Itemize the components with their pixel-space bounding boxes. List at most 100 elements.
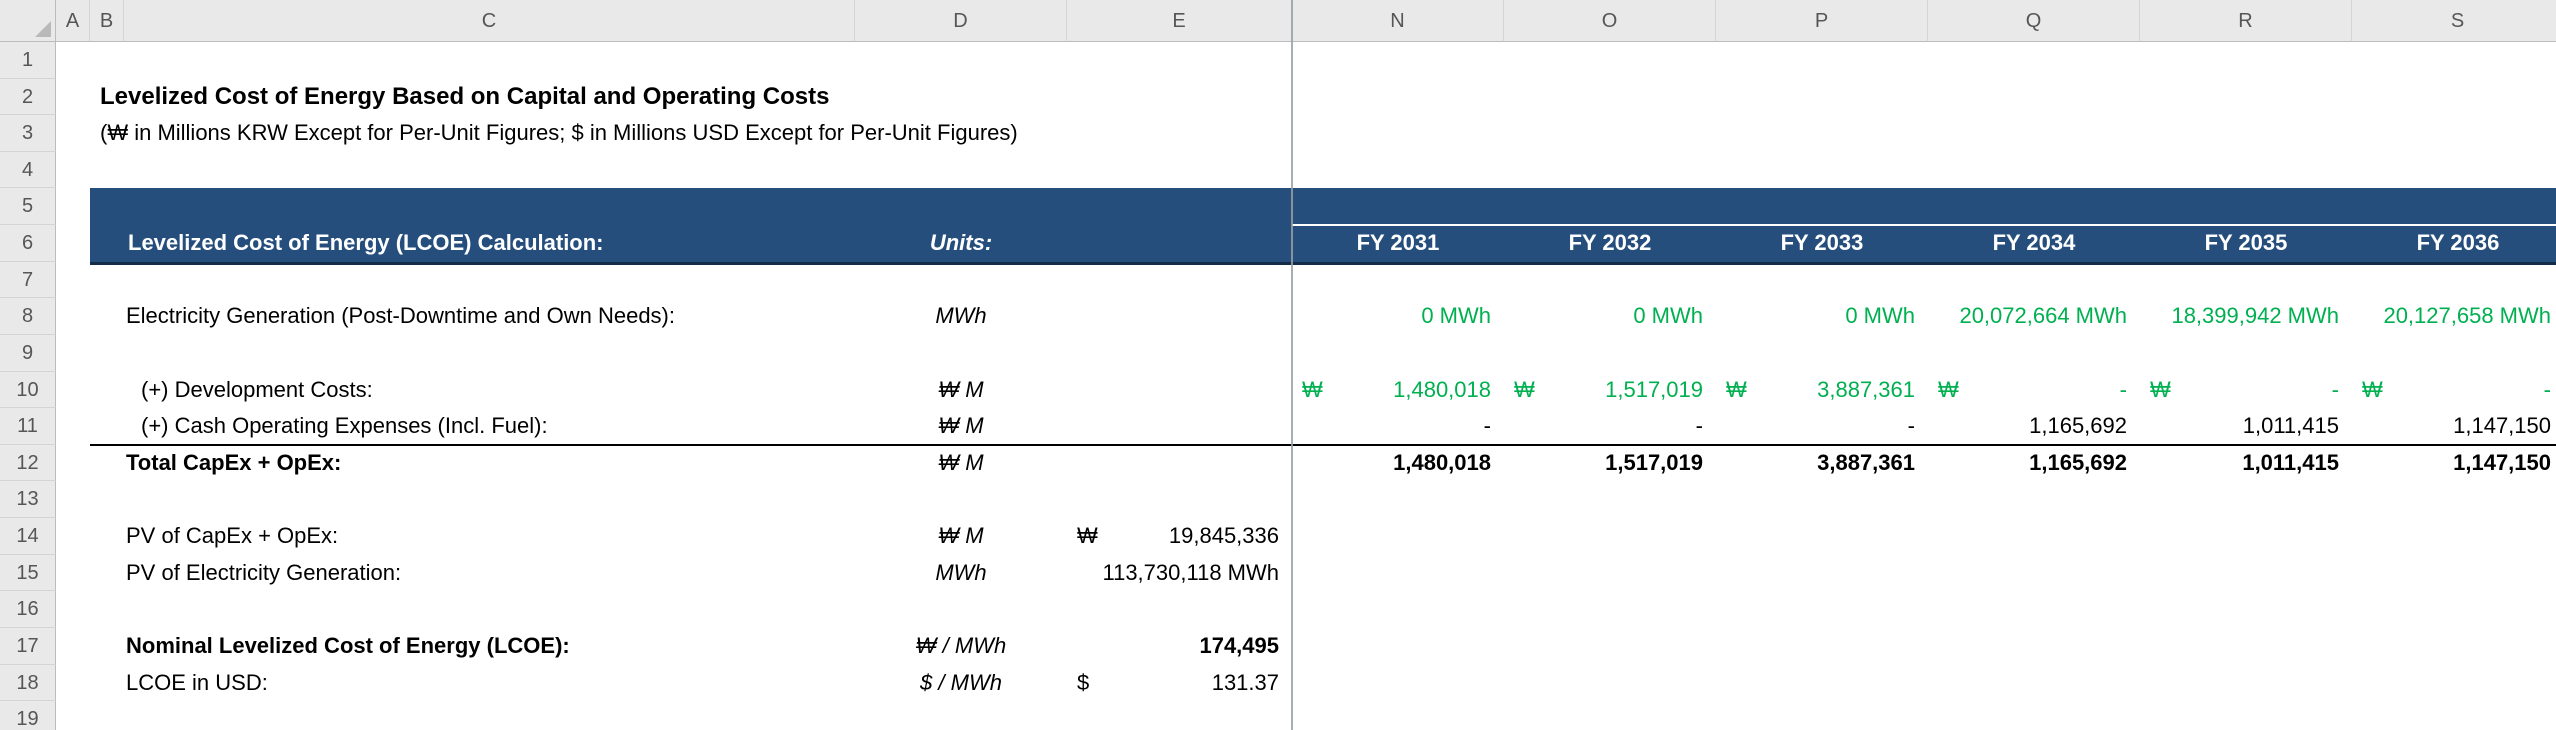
col-header-S[interactable]: S — [2352, 0, 2556, 42]
year-header-fy-2034[interactable]: FY 2034 — [1928, 225, 2140, 262]
cell-O8[interactable]: 0 MWh — [1504, 298, 1716, 335]
total-row-top-border — [90, 444, 2556, 446]
row-header-16[interactable]: 16 — [0, 591, 56, 628]
value-S12: 1,147,150 — [2453, 445, 2551, 482]
col-header-D[interactable]: D — [855, 0, 1067, 42]
unit-r14[interactable]: ₩ M — [855, 518, 1067, 555]
year-header-fy-2035[interactable]: FY 2035 — [2140, 225, 2352, 262]
col-header-Q[interactable]: Q — [1928, 0, 2140, 42]
lcoe-section-label[interactable]: Levelized Cost of Energy (LCOE) Calculat… — [128, 225, 604, 262]
value-R8: 18,399,942 MWh — [2171, 298, 2339, 335]
cell-E17[interactable]: 174,495 — [1067, 628, 1292, 665]
row-header-10[interactable]: 10 — [0, 372, 56, 409]
cell-S10[interactable]: ₩- — [2352, 372, 2556, 409]
row-label-r15[interactable]: PV of Electricity Generation: — [126, 555, 401, 592]
row-header-4[interactable]: 4 — [0, 152, 56, 189]
unit-r12[interactable]: ₩ M — [855, 445, 1067, 482]
row-header-12[interactable]: 12 — [0, 445, 56, 482]
unit-r11[interactable]: ₩ M — [855, 408, 1067, 445]
row-header-7[interactable]: 7 — [0, 262, 56, 299]
year-header-fy-2036[interactable]: FY 2036 — [2352, 225, 2556, 262]
col-header-E[interactable]: E — [1067, 0, 1292, 42]
cell-Q11[interactable]: 1,165,692 — [1928, 408, 2140, 445]
unit-r15[interactable]: MWh — [855, 555, 1067, 592]
cell-S8[interactable]: 20,127,658 MWh — [2352, 298, 2556, 335]
row-header-14[interactable]: 14 — [0, 518, 56, 555]
value-S10: - — [2544, 372, 2551, 409]
cell-N11[interactable]: - — [1292, 408, 1504, 445]
col-header-P[interactable]: P — [1716, 0, 1928, 42]
cell-E15[interactable]: 113,730,118 MWh — [1067, 555, 1292, 592]
value-Q10: - — [2120, 372, 2127, 409]
row-header-6[interactable]: 6 — [0, 225, 56, 262]
value-N8: 0 MWh — [1421, 298, 1491, 335]
cell-P8[interactable]: 0 MWh — [1716, 298, 1928, 335]
row-header-19[interactable]: 19 — [0, 701, 56, 730]
row-label-r17[interactable]: Nominal Levelized Cost of Energy (LCOE): — [126, 628, 570, 665]
row-header-15[interactable]: 15 — [0, 555, 56, 592]
cell-P11[interactable]: - — [1716, 408, 1928, 445]
row-header-2[interactable]: 2 — [0, 79, 56, 116]
units-column-label[interactable]: Units: — [855, 225, 1067, 262]
year-header-fy-2033[interactable]: FY 2033 — [1716, 225, 1928, 262]
value-P10: 3,887,361 — [1817, 372, 1915, 409]
row-header-11[interactable]: 11 — [0, 408, 56, 445]
value-O12: 1,517,019 — [1605, 445, 1703, 482]
cell-S12[interactable]: 1,147,150 — [2352, 445, 2556, 482]
cell-R10[interactable]: ₩- — [2140, 372, 2352, 409]
cell-P12[interactable]: 3,887,361 — [1716, 445, 1928, 482]
year-header-fy-2032[interactable]: FY 2032 — [1504, 225, 1716, 262]
unit-r18[interactable]: $ / MWh — [855, 665, 1067, 702]
cell-O10[interactable]: ₩1,517,019 — [1504, 372, 1716, 409]
row-label-r18[interactable]: LCOE in USD: — [126, 665, 268, 702]
row-header-18[interactable]: 18 — [0, 665, 56, 702]
value-O8: 0 MWh — [1633, 298, 1703, 335]
unit-r10[interactable]: ₩ M — [855, 372, 1067, 409]
cell-R11[interactable]: 1,011,415 — [2140, 408, 2352, 445]
cell-E14[interactable]: ₩19,845,336 — [1067, 518, 1292, 555]
won-symbol-R10: ₩ — [2150, 372, 2171, 409]
cell-S11[interactable]: 1,147,150 — [2352, 408, 2556, 445]
row-header-9[interactable]: 9 — [0, 335, 56, 372]
cell-N8[interactable]: 0 MWh — [1292, 298, 1504, 335]
cell-Q10[interactable]: ₩- — [1928, 372, 2140, 409]
value-P12: 3,887,361 — [1817, 445, 1915, 482]
cell-N10[interactable]: ₩1,480,018 — [1292, 372, 1504, 409]
row-header-17[interactable]: 17 — [0, 628, 56, 665]
row-header-5[interactable]: 5 — [0, 188, 56, 225]
row-header-1[interactable]: 1 — [0, 42, 56, 79]
col-header-A[interactable]: A — [56, 0, 90, 42]
row-label-r14[interactable]: PV of CapEx + OpEx: — [126, 518, 338, 555]
sheet-title[interactable]: Levelized Cost of Energy Based on Capita… — [100, 79, 829, 116]
currency-symbol-E14: ₩ — [1077, 518, 1098, 555]
row-label-r12[interactable]: Total CapEx + OpEx: — [126, 445, 341, 482]
row-header-8[interactable]: 8 — [0, 298, 56, 335]
unit-r8[interactable]: MWh — [855, 298, 1067, 335]
cell-N12[interactable]: 1,480,018 — [1292, 445, 1504, 482]
col-header-O[interactable]: O — [1504, 0, 1716, 42]
row-label-r10[interactable]: (+) Development Costs: — [141, 372, 373, 409]
col-header-R[interactable]: R — [2140, 0, 2352, 42]
col-header-C[interactable]: C — [124, 0, 855, 42]
row-label-r8[interactable]: Electricity Generation (Post-Downtime an… — [126, 298, 675, 335]
cell-Q12[interactable]: 1,165,692 — [1928, 445, 2140, 482]
col-header-B[interactable]: B — [90, 0, 124, 42]
cell-Q8[interactable]: 20,072,664 MWh — [1928, 298, 2140, 335]
col-header-N[interactable]: N — [1292, 0, 1504, 42]
year-header-fy-2031[interactable]: FY 2031 — [1292, 225, 1504, 262]
cell-R12[interactable]: 1,011,415 — [2140, 445, 2352, 482]
sheet-subtitle[interactable]: (₩ in Millions KRW Except for Per-Unit F… — [100, 115, 1018, 152]
select-all-corner[interactable] — [0, 0, 56, 42]
cell-O11[interactable]: - — [1504, 408, 1716, 445]
cell-P10[interactable]: ₩3,887,361 — [1716, 372, 1928, 409]
cell-O12[interactable]: 1,517,019 — [1504, 445, 1716, 482]
row-header-3[interactable]: 3 — [0, 115, 56, 152]
row-header-13[interactable]: 13 — [0, 481, 56, 518]
value-Q8: 20,072,664 MWh — [1959, 298, 2127, 335]
value-O11: - — [1696, 408, 1703, 445]
unit-r17[interactable]: ₩ / MWh — [855, 628, 1067, 665]
cell-E18[interactable]: $131.37 — [1067, 665, 1292, 702]
row-label-r11[interactable]: (+) Cash Operating Expenses (Incl. Fuel)… — [141, 408, 548, 445]
cell-R8[interactable]: 18,399,942 MWh — [2140, 298, 2352, 335]
select-all-triangle-icon — [35, 21, 51, 37]
